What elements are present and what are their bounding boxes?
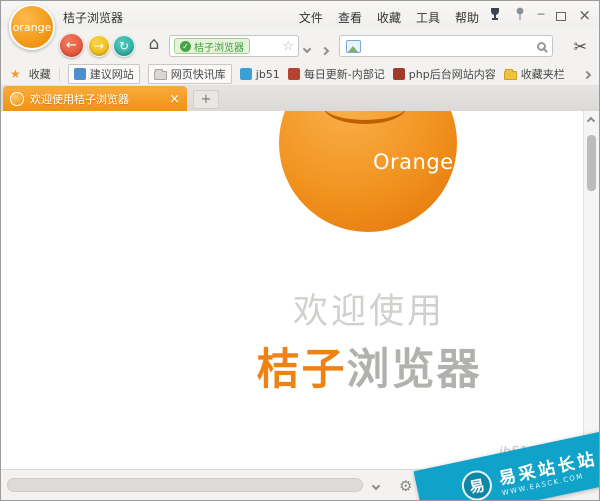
shield-check-icon: ✓ xyxy=(180,40,191,52)
tab-favicon-icon xyxy=(10,92,24,106)
screenshot-scissors-button[interactable]: ✂ xyxy=(574,37,587,56)
favorites-folder-icon xyxy=(503,69,517,80)
mascot-wordmark: Orange xyxy=(373,150,454,174)
address-bar[interactable]: ✓ 桔子浏览器 ☆ xyxy=(169,35,299,57)
maximize-button[interactable] xyxy=(556,12,567,21)
bookmark-star-icon[interactable]: ☆ xyxy=(282,39,294,54)
tab-bar: 欢迎使用桔子浏览器 × + xyxy=(1,86,599,112)
gear-icon[interactable]: ⚙ xyxy=(399,477,412,495)
mascot-smile xyxy=(323,111,407,124)
favorites-star-icon[interactable]: ★ xyxy=(10,67,21,81)
home-button[interactable]: ⌂ xyxy=(143,34,165,54)
title-bar: orange 桔子浏览器 文件 查看 收藏 工具 帮助 ─ × xyxy=(1,1,599,50)
forward-arrow-icon: → xyxy=(93,39,105,53)
easck-logo: 易 xyxy=(459,467,495,500)
bookmark-item[interactable]: 收藏夹栏 xyxy=(503,66,565,82)
new-tab-button[interactable]: + xyxy=(193,90,219,109)
bookmarks-bar: ★ 收藏 建议网站 网页快讯库 jb51 每日更新-内部记 php后台网站内容 … xyxy=(1,63,599,86)
status-chevron-down-icon[interactable] xyxy=(371,481,381,490)
tab-label: 欢迎使用桔子浏览器 xyxy=(30,93,129,106)
horizontal-scroll-thumb[interactable] xyxy=(7,478,363,492)
menu-item-view[interactable]: 查看 xyxy=(338,9,362,26)
search-input[interactable] xyxy=(367,39,531,53)
bookmark-label: php后台网站内容 xyxy=(408,68,496,81)
bookmark-item[interactable]: 建议网站 xyxy=(67,64,140,84)
chevron-right-icon xyxy=(582,70,592,79)
search-bar[interactable] xyxy=(339,35,553,57)
bookmark-item[interactable]: 网页快讯库 xyxy=(147,64,232,84)
menu-item-file[interactable]: 文件 xyxy=(299,9,323,26)
chevron-down-icon xyxy=(302,44,312,54)
bookmark-label: 每日更新-内部记 xyxy=(303,68,385,81)
brand-title: 桔子浏览器 xyxy=(257,335,482,397)
window-controls: ─ × xyxy=(488,7,591,23)
chevron-right-icon xyxy=(320,46,330,56)
bookmark-item[interactable]: jb51 xyxy=(239,67,280,81)
menu-item-help[interactable]: 帮助 xyxy=(455,9,479,26)
bookmark-label: jb51 xyxy=(255,67,280,81)
vertical-scrollbar[interactable] xyxy=(583,111,599,469)
forward-button[interactable]: → xyxy=(88,35,110,57)
bookmark-label: 网页快讯库 xyxy=(170,68,226,81)
close-button[interactable]: × xyxy=(578,7,591,23)
welcome-text: 欢迎使用 xyxy=(292,292,446,332)
tab-close-icon[interactable]: × xyxy=(169,92,180,107)
menu-bar: 文件 查看 收藏 工具 帮助 xyxy=(299,9,479,26)
bookmarks-overflow-button[interactable] xyxy=(582,68,592,81)
bookmark-label: 收藏夹栏 xyxy=(520,68,565,81)
separator xyxy=(58,67,60,81)
minimize-button[interactable]: ─ xyxy=(538,7,545,23)
trophy-icon[interactable] xyxy=(488,7,502,24)
site-badge-label: 桔子浏览器 xyxy=(194,42,244,54)
search-icon[interactable] xyxy=(537,41,546,51)
site-identity-badge[interactable]: ✓ 桔子浏览器 xyxy=(174,38,250,54)
address-dropdown-button[interactable] xyxy=(302,41,312,55)
site-favicon-icon xyxy=(392,68,405,80)
orange-mascot-ball: Orange xyxy=(279,111,457,232)
tab-welcome[interactable]: 欢迎使用桔子浏览器 × xyxy=(3,86,187,112)
site-favicon-icon xyxy=(287,68,300,80)
back-arrow-icon: ← xyxy=(66,38,77,53)
snapshot-icon[interactable] xyxy=(346,39,361,53)
url-input[interactable] xyxy=(254,39,279,53)
menu-item-tools[interactable]: 工具 xyxy=(416,9,440,26)
home-icon: ⌂ xyxy=(148,34,160,54)
web-slices-folder-icon xyxy=(153,69,167,80)
easck-watermark-text: 易采站长站 WWW.EASCK.COM xyxy=(496,444,599,497)
vertical-scroll-thumb[interactable] xyxy=(587,135,596,191)
browser-logo[interactable]: orange xyxy=(9,4,55,50)
back-button[interactable]: ← xyxy=(59,33,84,58)
page-content: Orange 欢迎使用 桔子浏览器 jb51.net xyxy=(1,111,583,469)
menu-item-favorites[interactable]: 收藏 xyxy=(377,9,401,26)
jb51-favicon-icon xyxy=(239,68,252,80)
navigation-bar: ← → ↻ ⌂ ✓ 桔子浏览器 ☆ ✂ xyxy=(1,29,599,63)
browser-logo-label: orange xyxy=(12,20,52,34)
go-button[interactable] xyxy=(320,43,330,57)
window-title: 桔子浏览器 xyxy=(63,11,124,25)
suggested-sites-icon xyxy=(73,68,86,80)
scroll-up-arrow-icon[interactable] xyxy=(586,116,596,126)
bookmark-item[interactable]: php后台网站内容 xyxy=(392,66,496,82)
brand-title-orange: 桔子 xyxy=(256,345,347,395)
refresh-icon: ↻ xyxy=(118,39,130,53)
brand-title-gray: 浏览器 xyxy=(346,345,482,395)
refresh-button[interactable]: ↻ xyxy=(113,35,135,57)
favorites-label[interactable]: 收藏 xyxy=(29,66,51,82)
bookmark-label: 建议网站 xyxy=(89,68,134,81)
pin-icon[interactable] xyxy=(514,7,526,24)
browser-window: orange 桔子浏览器 文件 查看 收藏 工具 帮助 ─ × ← → ↻ ⌂ … xyxy=(0,0,600,501)
bookmark-item[interactable]: 每日更新-内部记 xyxy=(287,66,385,82)
